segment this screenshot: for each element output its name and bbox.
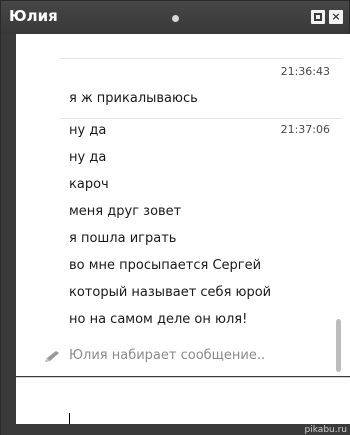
- title-bar[interactable]: Юлия ×: [1, 1, 349, 34]
- bottom-frame: pikabu.ru: [1, 424, 350, 435]
- message-text: во мне просыпается Сергей: [69, 258, 262, 273]
- message-text: который называет себя юрой: [69, 285, 272, 300]
- restore-button[interactable]: [311, 10, 325, 24]
- close-button[interactable]: ×: [329, 10, 343, 24]
- message-text: но на самом деле он юля!: [69, 312, 248, 327]
- online-status-icon: [172, 15, 179, 22]
- message-text: я пошла играть: [69, 231, 177, 246]
- typing-indicator: Юлия набирает сообщение..: [69, 348, 266, 363]
- message-text: меня друг зовет: [69, 204, 182, 219]
- scrollbar-thumb[interactable]: [336, 319, 341, 372]
- message-timestamp: 21:37:06: [280, 123, 330, 136]
- restore-icon: [314, 13, 322, 21]
- pencil-icon: [45, 351, 59, 362]
- contact-name: Юлия: [9, 7, 58, 25]
- chat-window: Юлия × 21:36:43 я ж прикалываюсь 21:37:0…: [0, 0, 350, 435]
- close-icon: ×: [331, 10, 341, 23]
- message-timestamp: 21:36:43: [280, 65, 330, 78]
- message-input[interactable]: [16, 378, 336, 424]
- message-text: ну да: [69, 123, 107, 138]
- message-text: я ж прикалываюсь: [69, 91, 198, 106]
- message-text: кароч: [69, 177, 109, 192]
- message-text: ну да: [69, 150, 107, 165]
- message-separator: [60, 118, 342, 119]
- watermark: pikabu.ru: [304, 425, 347, 435]
- message-separator: [60, 58, 342, 59]
- left-frame: [1, 34, 16, 424]
- message-history: 21:36:43 я ж прикалываюсь 21:37:06 ну да…: [16, 34, 350, 376]
